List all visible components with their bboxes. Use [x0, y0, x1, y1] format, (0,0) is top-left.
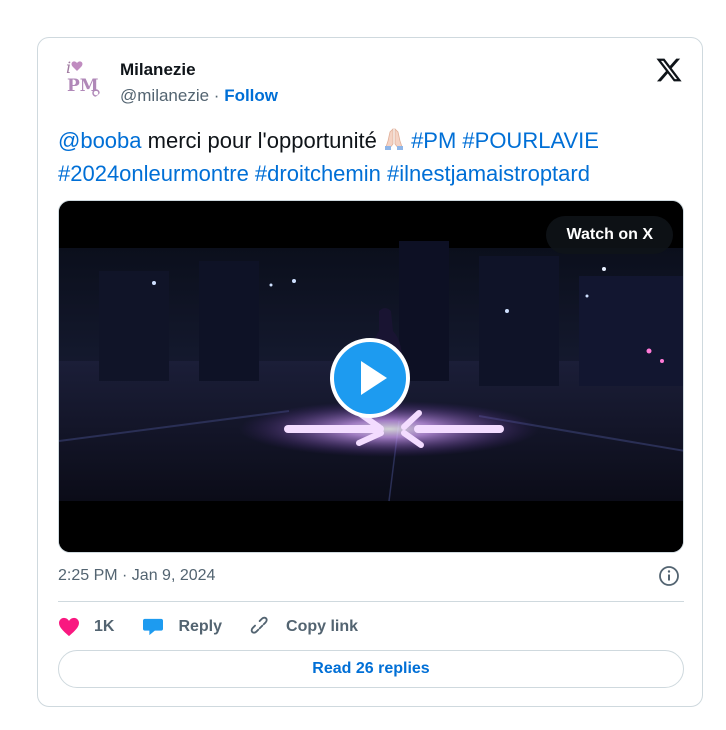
- tweet-card: i PM Milanezie @milanezie · Follow @boob…: [37, 37, 703, 707]
- svg-text:i: i: [66, 58, 71, 77]
- watch-on-x-button[interactable]: Watch on X: [546, 216, 673, 254]
- author-handle[interactable]: @milanezie: [120, 86, 209, 105]
- read-replies-button[interactable]: Read 26 replies: [58, 650, 684, 688]
- reply-bubble-icon: [143, 618, 164, 636]
- like-button[interactable]: 1K: [58, 617, 114, 637]
- follow-button[interactable]: Follow: [224, 86, 278, 105]
- link-icon: [250, 616, 268, 634]
- x-logo-icon[interactable]: [655, 56, 683, 84]
- mention-link[interactable]: @booba: [58, 128, 142, 153]
- svg-text:PM: PM: [67, 76, 99, 96]
- separator: ·: [209, 86, 225, 105]
- folded-hands-emoji: [383, 127, 405, 159]
- hashtags-line2[interactable]: #2024onleurmontre #droitchemin #ilnestja…: [58, 161, 590, 186]
- reply-button[interactable]: Reply: [142, 617, 222, 637]
- tweet-body: merci pour l'opportunité: [141, 128, 383, 153]
- reply-label: Reply: [178, 618, 223, 635]
- author-handle-row: @milanezie · Follow: [120, 86, 278, 106]
- copy-link-label: Copy link: [286, 618, 359, 635]
- avatar[interactable]: i PM: [58, 53, 106, 101]
- video-player[interactable]: Watch on X: [58, 200, 684, 553]
- play-icon[interactable]: [329, 337, 411, 419]
- author-name[interactable]: Milanezie: [120, 60, 196, 80]
- copy-link-button[interactable]: Copy link: [250, 616, 358, 638]
- action-bar: 1K Reply Copy link: [58, 613, 386, 641]
- divider: [58, 601, 684, 602]
- heart-icon: [59, 617, 79, 637]
- hashtags-line1[interactable]: #PM #POURLAVIE: [405, 128, 599, 153]
- tweet-text: @booba merci pour l'opportunité #PM #POU…: [58, 126, 688, 189]
- tweet-timestamp[interactable]: 2:25 PM · Jan 9, 2024: [58, 567, 215, 585]
- info-icon[interactable]: [658, 565, 680, 587]
- likes-count: 1K: [94, 618, 115, 635]
